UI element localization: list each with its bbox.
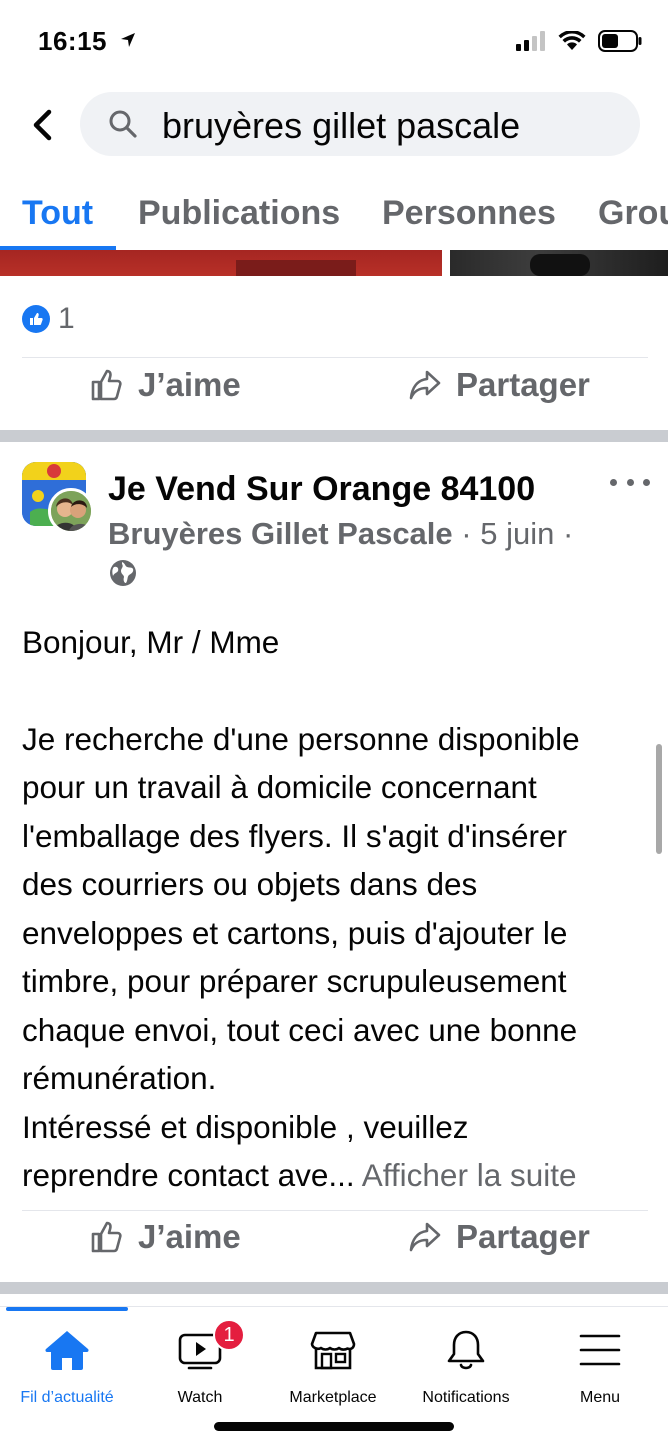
nav-news-feed[interactable]: Fil d’actualité	[0, 1325, 134, 1417]
post-actions: J’aime Partager	[0, 1218, 668, 1278]
location-arrow-icon	[120, 33, 135, 47]
status-time: 16:15	[38, 26, 137, 57]
like-button[interactable]: J’aime	[90, 366, 241, 404]
post-text-line: rémunération.	[22, 1060, 217, 1096]
like-label: J’aime	[138, 1218, 241, 1255]
post-date[interactable]: 5 juin	[480, 516, 554, 551]
post-text-line: chaque envoi, tout ceci avec une bonne	[22, 1011, 578, 1048]
tab-personnes[interactable]: Personnes	[382, 194, 556, 233]
group-avatar[interactable]	[22, 462, 94, 534]
post-separator	[0, 430, 668, 442]
share-button[interactable]: Partager	[408, 1218, 590, 1256]
chevron-left-icon	[33, 109, 52, 141]
share-icon	[409, 1222, 441, 1252]
status-bar: 16:15	[0, 0, 668, 84]
signal-icon	[516, 31, 545, 51]
dot-icon	[610, 478, 617, 486]
search-filter-tabs: Tout Publications Personnes Grou	[0, 186, 668, 250]
nav-marketplace[interactable]: Marketplace	[266, 1325, 400, 1417]
post-text-line: Intéressé et disponible , veuillez	[22, 1108, 469, 1145]
like-label: J’aime	[138, 366, 241, 403]
reaction-count: 1	[58, 302, 75, 335]
share-label: Partager	[456, 366, 590, 403]
share-label: Partager	[456, 1218, 590, 1255]
post-text-line: Bonjour, Mr / Mme	[22, 624, 280, 660]
post-separator	[0, 1282, 668, 1294]
media-thumbnail[interactable]	[0, 250, 442, 276]
post-text-line: timbre, pour préparer scrupuleusement	[22, 963, 567, 999]
watch-badge: 1	[213, 1319, 245, 1351]
more-options-button[interactable]	[610, 470, 650, 494]
search-input[interactable]: bruyères gillet pascale	[80, 92, 640, 156]
search-query[interactable]: bruyères gillet pascale	[162, 105, 520, 147]
divider	[22, 1210, 648, 1211]
active-nav-indicator	[6, 1307, 128, 1311]
wifi-icon	[558, 31, 586, 50]
post-meta: Bruyères Gillet Pascale · 5 juin ·	[108, 516, 574, 551]
post-text-line: reprendre contact ave... Afficher la sui…	[22, 1157, 577, 1193]
previous-post-media[interactable]	[0, 250, 668, 276]
bell-icon	[443, 1325, 489, 1375]
post-text-line: des courriers ou objets dans des	[22, 866, 478, 902]
previous-post-actions: J’aime Partager	[0, 366, 668, 426]
back-button[interactable]	[22, 102, 62, 148]
tab-groupes[interactable]: Grou	[598, 194, 668, 233]
scrollbar[interactable]	[656, 744, 662, 854]
share-button[interactable]: Partager	[408, 366, 590, 404]
marketplace-icon	[310, 1325, 356, 1375]
tab-tout[interactable]: Tout	[22, 194, 93, 233]
home-icon	[44, 1325, 90, 1375]
post-body[interactable]: Bonjour, Mr / Mme Je recherche d'une per…	[22, 618, 652, 1200]
thumbs-up-icon	[91, 1221, 122, 1253]
divider	[22, 357, 648, 358]
search-header: bruyères gillet pascale	[0, 92, 668, 158]
nav-menu[interactable]: Menu	[533, 1325, 667, 1417]
group-name[interactable]: Je Vend Sur Orange 84100	[108, 470, 535, 509]
like-reaction-icon	[22, 305, 50, 333]
reaction-summary[interactable]: 1	[22, 302, 75, 336]
post-text-line: enveloppes et cartons, puis d'ajouter le	[22, 914, 568, 951]
media-thumbnail[interactable]	[450, 250, 668, 276]
author-avatar[interactable]	[48, 488, 94, 534]
post-text-line: pour un travail à domicile concernant	[22, 769, 537, 805]
see-more-link[interactable]: Afficher la suite	[362, 1157, 577, 1193]
public-globe-icon	[108, 558, 138, 593]
post-text-line: Je recherche d'une personne disponible	[22, 720, 580, 757]
post-text-line: l'emballage des flyers. Il s'agit d'insé…	[22, 817, 568, 854]
watch-icon: 1	[177, 1319, 245, 1375]
dot-icon	[626, 478, 634, 486]
thumbs-up-icon	[91, 369, 122, 401]
dot-icon	[643, 478, 650, 486]
nav-watch[interactable]: 1 Watch	[133, 1319, 267, 1417]
share-icon	[409, 370, 441, 400]
post-author[interactable]: Bruyères Gillet Pascale	[108, 516, 453, 551]
like-button[interactable]: J’aime	[90, 1218, 241, 1256]
nav-notifications[interactable]: Notifications	[399, 1325, 533, 1417]
search-icon	[109, 110, 137, 138]
tab-publications[interactable]: Publications	[138, 194, 340, 233]
status-icons	[516, 30, 642, 52]
battery-icon	[598, 30, 642, 52]
home-indicator[interactable]	[214, 1422, 454, 1431]
menu-icon	[577, 1325, 623, 1375]
